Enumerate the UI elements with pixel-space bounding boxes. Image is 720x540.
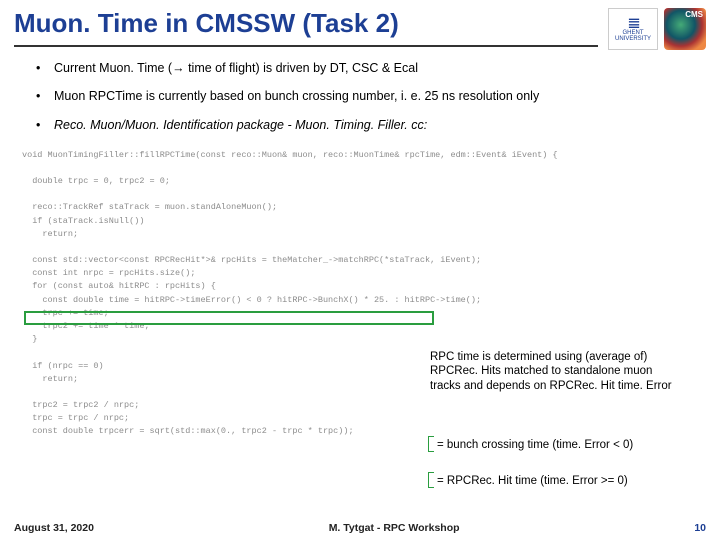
annotation-main: RPC time is determined using (average of… — [430, 350, 675, 393]
page-number: 10 — [694, 522, 706, 534]
logo-group: 𝌆 GHENT UNIVERSITY CMS — [608, 8, 706, 50]
ghent-label: GHENT UNIVERSITY — [615, 30, 651, 42]
brace-icon — [428, 436, 434, 452]
bullet-item: • Current Muon. Time (→ time of flight) … — [36, 60, 692, 76]
annotation-hit: = RPCRec. Hit time (time. Error >= 0) — [437, 474, 697, 488]
brace-icon — [428, 472, 434, 488]
bullet-text: Muon RPCTime is currently based on bunch… — [54, 88, 539, 104]
bullet-item: • Muon RPCTime is currently based on bun… — [36, 88, 692, 104]
annotation-bx: = bunch crossing time (time. Error < 0) — [437, 438, 697, 452]
bullet-icon: • — [36, 117, 54, 133]
footer-date: August 31, 2020 — [14, 522, 94, 534]
ghent-logo: 𝌆 GHENT UNIVERSITY — [608, 8, 658, 50]
bullet-text: Current Muon. Time (→ time of flight) is… — [54, 60, 418, 76]
bullet-list: • Current Muon. Time (→ time of flight) … — [0, 50, 720, 149]
highlight-box — [24, 311, 434, 325]
cms-logo: CMS — [664, 8, 706, 50]
footer-mid: M. Tytgat - RPC Workshop — [94, 522, 694, 534]
bullet-item: • Reco. Muon/Muon. Identification packag… — [36, 117, 692, 133]
bullet-text: Reco. Muon/Muon. Identification package … — [54, 117, 427, 133]
footer: August 31, 2020 M. Tytgat - RPC Workshop… — [0, 522, 720, 534]
bullet-icon: • — [36, 60, 54, 76]
slide-title: Muon. Time in CMSSW (Task 2) — [14, 8, 598, 47]
code-block: void MuonTimingFiller::fillRPCTime(const… — [0, 149, 720, 439]
building-icon: 𝌆 — [628, 16, 639, 30]
bullet-icon: • — [36, 88, 54, 104]
